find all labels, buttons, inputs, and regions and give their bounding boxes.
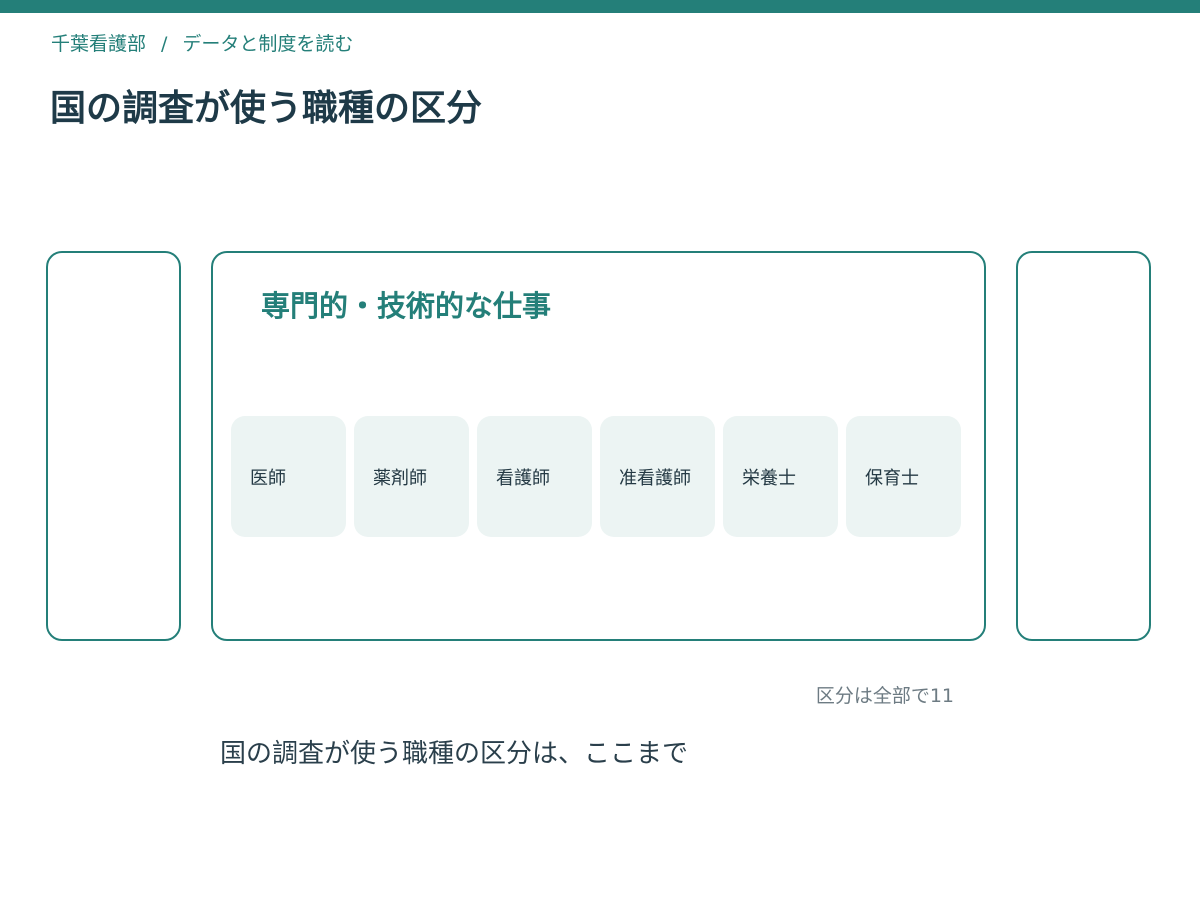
occupation-tile: 看護師 xyxy=(477,416,592,537)
closing-text: 国の調査が使う職種の区分は、ここまで xyxy=(220,739,689,769)
previous-category-card[interactable] xyxy=(46,251,181,641)
category-title: 専門的・技術的な仕事 xyxy=(261,289,552,323)
next-category-card[interactable] xyxy=(1016,251,1151,641)
breadcrumb: 千葉看護部 / データと制度を読む xyxy=(51,32,353,56)
current-category-card: 専門的・技術的な仕事 医師 薬剤師 看護師 准看護師 栄養士 保育士 xyxy=(211,251,986,641)
category-total-count: 区分は全部で11 xyxy=(815,685,954,707)
breadcrumb-separator: / xyxy=(161,33,168,55)
page-title: 国の調査が使う職種の区分 xyxy=(50,88,483,129)
occupation-list: 医師 薬剤師 看護師 准看護師 栄養士 保育士 xyxy=(231,416,961,537)
occupation-tile: 保育士 xyxy=(846,416,961,537)
occupation-tile: 医師 xyxy=(231,416,346,537)
breadcrumb-current-page: データと制度を読む xyxy=(182,33,354,55)
top-accent-bar xyxy=(0,0,1200,13)
occupation-tile: 准看護師 xyxy=(600,416,715,537)
occupation-tile: 栄養士 xyxy=(723,416,838,537)
occupation-tile: 薬剤師 xyxy=(354,416,469,537)
breadcrumb-section[interactable]: 千葉看護部 xyxy=(51,33,146,55)
